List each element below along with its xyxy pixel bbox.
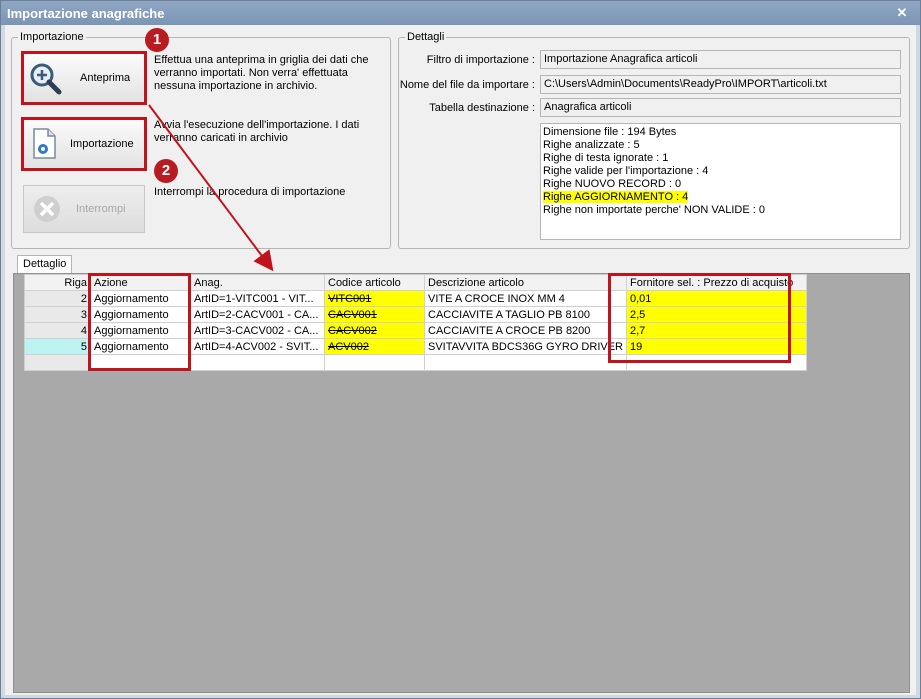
preview-highlight-box [21, 51, 147, 105]
cell-empty[interactable] [190, 354, 325, 371]
details-group-label: Dettagli [405, 31, 447, 43]
cell-anag[interactable]: ArtID=2-CACV001 - CA... [190, 306, 325, 323]
cell-descrizione[interactable]: VITE A CROCE INOX MM 4 [424, 290, 627, 307]
row-number-empty [24, 354, 91, 371]
cell-codice[interactable]: VITC001 [324, 290, 425, 307]
table-field: Anagrafica articoli [540, 98, 901, 117]
stat-rows-analyzed: Righe analizzate : 5 [543, 139, 640, 151]
import-description: Avvia l'esecuzione dell'importazione. I … [154, 119, 360, 144]
stop-button-label: Interrompi [76, 203, 126, 215]
tab-dettaglio[interactable]: Dettaglio [17, 255, 73, 273]
row-number: 4 [24, 322, 91, 339]
cell-descrizione[interactable]: CACCIAVITE A CROCE PB 8200 [424, 322, 627, 339]
window-title: Importazione anagrafiche [7, 6, 165, 21]
col-header-riga[interactable]: Riga [24, 274, 91, 291]
cell-anag[interactable]: ArtID=1-VITC001 - VIT... [190, 290, 325, 307]
file-field: C:\Users\Admin\Documents\ReadyPro\IMPORT… [540, 75, 901, 94]
cell-codice[interactable]: ACV002 [324, 338, 425, 355]
cell-anag[interactable]: ArtID=3-CACV002 - CA... [190, 322, 325, 339]
table-label: Tabella destinazione : [429, 102, 535, 114]
stat-header-rows: Righe di testa ignorate : 1 [543, 152, 669, 164]
cancel-icon [34, 196, 60, 222]
cell-codice[interactable]: CACV002 [324, 322, 425, 339]
col-header-anag[interactable]: Anag. [190, 274, 325, 291]
import-window: Importazione anagrafiche ✕ Importazione … [0, 0, 921, 699]
stop-description: Interrompi la procedura di importazione [154, 186, 346, 198]
import-highlight-box [21, 117, 147, 171]
row-number: 3 [24, 306, 91, 323]
filter-label: Filtro di importazione : [426, 54, 535, 66]
stat-valid-rows: Righe valide per l'importazione : 4 [543, 165, 709, 177]
preview-description: Effettua una anteprima in griglia dei da… [154, 54, 369, 92]
prezzo-column-highlight [608, 273, 791, 363]
cell-codice[interactable]: CACV001 [324, 306, 425, 323]
close-icon[interactable]: ✕ [894, 5, 910, 21]
row-number: 2 [24, 290, 91, 307]
cell-descrizione[interactable]: SVITAVVITA BDCS36G GYRO DRIVER [424, 338, 627, 355]
stat-file-size: Dimensione file : 194 Bytes [543, 126, 677, 138]
callout-2: 2 [154, 159, 178, 183]
stop-button[interactable]: Interrompi [23, 185, 145, 233]
filter-field: Importazione Anagrafica articoli [540, 50, 901, 69]
stats-box: Dimensione file : 194 Bytes Righe analiz… [540, 123, 901, 240]
file-label: Nome del file da importare : [399, 79, 535, 91]
azione-column-highlight [88, 273, 191, 371]
stat-invalid-rows: Righe non importate perche' NON VALIDE :… [543, 204, 766, 216]
cell-descrizione[interactable]: CACCIAVITE A TAGLIO PB 8100 [424, 306, 627, 323]
cell-anag[interactable]: ArtID=4-ACV002 - SVIT... [190, 338, 325, 355]
cell-empty[interactable] [324, 354, 425, 371]
stat-new-records: Righe NUOVO RECORD : 0 [543, 178, 682, 190]
window-client: Importazione Anteprima Effettua una ante… [5, 25, 916, 695]
col-header-codice[interactable]: Codice articolo [324, 274, 425, 291]
row-number: 5 [24, 338, 91, 355]
import-group-label: Importazione [18, 31, 86, 43]
stat-updates-text: Righe AGGIORNAMENTO : 4 [543, 191, 689, 203]
col-header-descrizione[interactable]: Descrizione articolo [424, 274, 627, 291]
callout-1: 1 [145, 28, 169, 52]
grid-area: Riga Azione Anag. Codice articolo Descri… [13, 273, 910, 693]
stat-updates: Righe AGGIORNAMENTO : 4 [543, 191, 898, 204]
title-bar: Importazione anagrafiche ✕ [1, 1, 920, 25]
cell-empty[interactable] [424, 354, 627, 371]
